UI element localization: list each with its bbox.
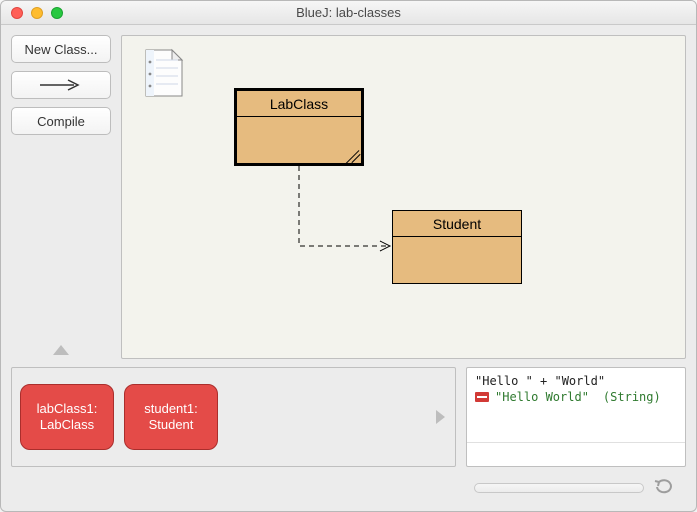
status-bar — [11, 475, 686, 501]
code-pad-result[interactable]: "Hello World" (String) — [475, 390, 677, 404]
object-name: student1: — [144, 401, 198, 417]
class-student[interactable]: Student — [392, 210, 522, 284]
expand-triangle-icon[interactable] — [436, 410, 445, 424]
collapse-triangle-icon[interactable] — [53, 345, 69, 355]
class-name-label: LabClass — [237, 91, 361, 117]
object-name: labClass1: — [37, 401, 98, 417]
dependency-arrow — [122, 36, 682, 359]
result-value: "Hello World" — [495, 390, 589, 404]
object-student1[interactable]: student1: Student — [124, 384, 218, 450]
class-diagram-canvas[interactable]: LabClass Student — [121, 35, 686, 359]
reset-vm-icon[interactable] — [654, 479, 676, 498]
uncompiled-hatch-icon — [341, 147, 359, 161]
code-pad-expression: "Hello " + "World" — [475, 374, 677, 388]
class-labclass[interactable]: LabClass — [234, 88, 364, 166]
close-icon[interactable] — [11, 7, 23, 19]
code-pad: "Hello " + "World" "Hello World" (String… — [466, 367, 686, 467]
result-object-icon — [475, 392, 489, 402]
window-title: BlueJ: lab-classes — [1, 5, 696, 20]
sidebar: New Class... Compile — [11, 35, 111, 359]
bluej-window: BlueJ: lab-classes New Class... Compile — [0, 0, 697, 512]
window-body: New Class... Compile — [1, 25, 696, 511]
arrow-right-icon — [38, 78, 84, 92]
object-class: LabClass — [40, 417, 94, 433]
zoom-icon[interactable] — [51, 7, 63, 19]
bottom-area: labClass1: LabClass student1: Student "H… — [11, 367, 686, 467]
minimize-icon[interactable] — [31, 7, 43, 19]
object-labclass1[interactable]: labClass1: LabClass — [20, 384, 114, 450]
code-pad-input[interactable] — [467, 443, 685, 466]
compile-button[interactable]: Compile — [11, 107, 111, 135]
inheritance-arrow-button[interactable] — [11, 71, 111, 99]
object-class: Student — [149, 417, 194, 433]
code-pad-history: "Hello " + "World" "Hello World" (String… — [467, 368, 685, 442]
main-area: New Class... Compile — [11, 35, 686, 359]
window-controls — [11, 7, 63, 19]
readme-note-icon[interactable] — [142, 48, 184, 98]
titlebar: BlueJ: lab-classes — [1, 1, 696, 25]
progress-bar — [474, 483, 644, 493]
code-pad-input-row — [467, 442, 685, 466]
object-bench[interactable]: labClass1: LabClass student1: Student — [11, 367, 456, 467]
result-type: (String) — [603, 390, 661, 404]
new-class-button[interactable]: New Class... — [11, 35, 111, 63]
class-name-label: Student — [393, 211, 521, 237]
